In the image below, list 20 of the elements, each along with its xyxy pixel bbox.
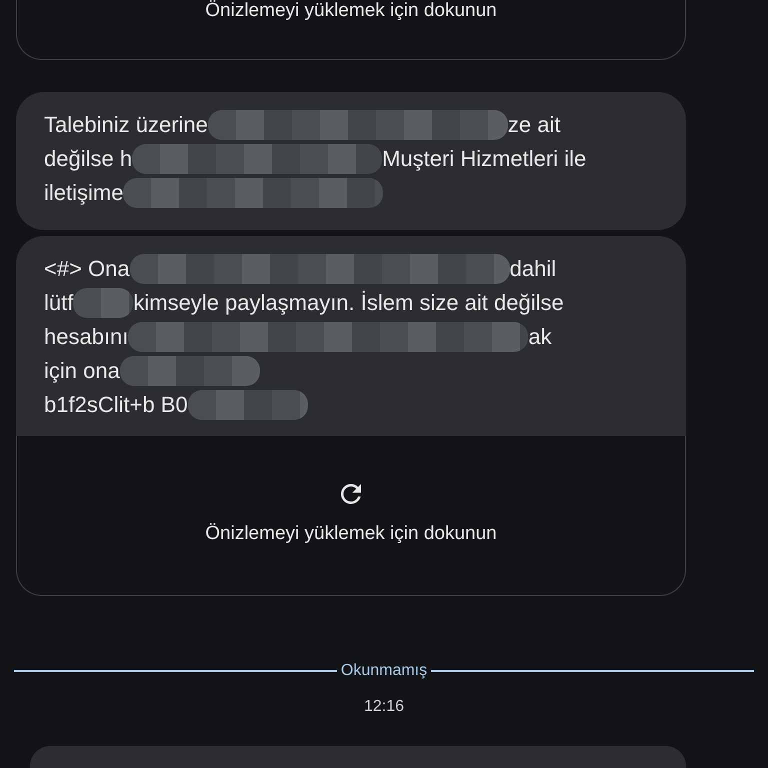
- message-text: hesabını: [44, 324, 128, 350]
- message-text: değilse h: [44, 146, 132, 172]
- preview-card[interactable]: Önizlemeyi yüklemek için dokunun: [16, 0, 686, 60]
- timestamp: 12:16: [362, 698, 406, 716]
- preview-label: Önizlemeyi yüklemek için dokunun: [205, 0, 497, 22]
- message-text: Muşteri Hizmetleri ile: [382, 146, 586, 172]
- message-text: dahil: [510, 256, 556, 282]
- message-text: Talebiniz üzerine: [44, 112, 208, 138]
- message-text: kimseyle paylaşmayın. İslem size ait değilse: [133, 290, 564, 316]
- message-text: ak: [528, 324, 552, 350]
- message-text: için ona: [44, 358, 120, 384]
- preview-card[interactable]: Önizlemeyi yüklemek için dokunun: [16, 436, 686, 596]
- message-text: lütf: [44, 290, 74, 316]
- message-text: <#> Ona: [44, 256, 130, 282]
- message-text: b1f2sClit+b B0: [44, 392, 188, 418]
- redaction-blur: [73, 288, 134, 318]
- message-text: ze ait: [508, 112, 560, 138]
- preview-label: Önizlemeyi yüklemek için dokunun: [205, 522, 497, 544]
- unread-divider-label: Okunmamış: [340, 662, 428, 680]
- message-text: iletişime: [44, 180, 124, 206]
